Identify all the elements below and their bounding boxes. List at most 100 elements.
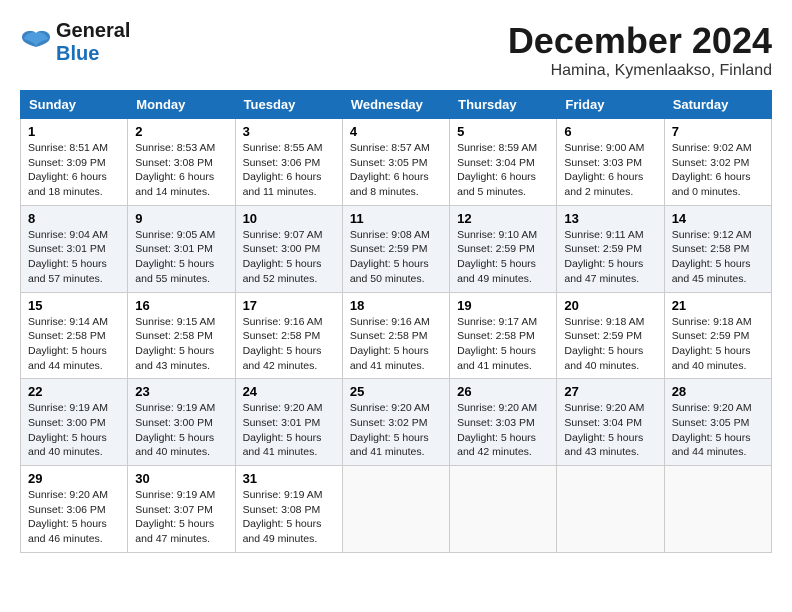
day-number: 9 xyxy=(135,211,227,226)
day-info: Sunrise: 8:57 AMSunset: 3:05 PMDaylight:… xyxy=(350,142,430,198)
day-info: Sunrise: 9:19 AMSunset: 3:00 PMDaylight:… xyxy=(135,402,215,458)
day-info: Sunrise: 9:20 AMSunset: 3:05 PMDaylight:… xyxy=(672,402,752,458)
day-number: 28 xyxy=(672,384,764,399)
day-info: Sunrise: 9:02 AMSunset: 3:02 PMDaylight:… xyxy=(672,142,752,198)
month-title: December 2024 xyxy=(508,20,772,62)
calendar-week-row: 8 Sunrise: 9:04 AMSunset: 3:01 PMDayligh… xyxy=(21,205,772,292)
day-info: Sunrise: 9:16 AMSunset: 2:58 PMDaylight:… xyxy=(350,316,430,372)
logo-general-text: General xyxy=(56,20,130,42)
calendar-cell: 13 Sunrise: 9:11 AMSunset: 2:59 PMDaylig… xyxy=(557,205,664,292)
day-number: 6 xyxy=(564,124,656,139)
calendar-header-row: Sunday Monday Tuesday Wednesday Thursday… xyxy=(21,91,772,119)
calendar-cell: 14 Sunrise: 9:12 AMSunset: 2:58 PMDaylig… xyxy=(664,205,771,292)
calendar-cell: 11 Sunrise: 9:08 AMSunset: 2:59 PMDaylig… xyxy=(342,205,449,292)
calendar-cell: 6 Sunrise: 9:00 AMSunset: 3:03 PMDayligh… xyxy=(557,119,664,206)
day-info: Sunrise: 9:04 AMSunset: 3:01 PMDaylight:… xyxy=(28,229,108,285)
day-info: Sunrise: 9:20 AMSunset: 3:04 PMDaylight:… xyxy=(564,402,644,458)
calendar-cell: 10 Sunrise: 9:07 AMSunset: 3:00 PMDaylig… xyxy=(235,205,342,292)
col-tuesday: Tuesday xyxy=(235,91,342,119)
day-info: Sunrise: 9:14 AMSunset: 2:58 PMDaylight:… xyxy=(28,316,108,372)
col-thursday: Thursday xyxy=(450,91,557,119)
day-number: 7 xyxy=(672,124,764,139)
day-number: 26 xyxy=(457,384,549,399)
day-number: 21 xyxy=(672,298,764,313)
day-info: Sunrise: 9:00 AMSunset: 3:03 PMDaylight:… xyxy=(564,142,644,198)
calendar-cell: 23 Sunrise: 9:19 AMSunset: 3:00 PMDaylig… xyxy=(128,379,235,466)
day-number: 14 xyxy=(672,211,764,226)
day-number: 3 xyxy=(243,124,335,139)
day-info: Sunrise: 9:20 AMSunset: 3:02 PMDaylight:… xyxy=(350,402,430,458)
day-number: 5 xyxy=(457,124,549,139)
day-number: 19 xyxy=(457,298,549,313)
logo-bird-icon xyxy=(20,29,52,57)
calendar-cell: 28 Sunrise: 9:20 AMSunset: 3:05 PMDaylig… xyxy=(664,379,771,466)
col-saturday: Saturday xyxy=(664,91,771,119)
calendar-cell: 18 Sunrise: 9:16 AMSunset: 2:58 PMDaylig… xyxy=(342,292,449,379)
day-number: 16 xyxy=(135,298,227,313)
calendar-cell: 25 Sunrise: 9:20 AMSunset: 3:02 PMDaylig… xyxy=(342,379,449,466)
calendar-cell: 24 Sunrise: 9:20 AMSunset: 3:01 PMDaylig… xyxy=(235,379,342,466)
day-info: Sunrise: 9:11 AMSunset: 2:59 PMDaylight:… xyxy=(564,229,643,285)
day-number: 2 xyxy=(135,124,227,139)
day-number: 30 xyxy=(135,471,227,486)
col-monday: Monday xyxy=(128,91,235,119)
calendar-week-row: 22 Sunrise: 9:19 AMSunset: 3:00 PMDaylig… xyxy=(21,379,772,466)
day-number: 25 xyxy=(350,384,442,399)
day-number: 23 xyxy=(135,384,227,399)
day-number: 1 xyxy=(28,124,120,139)
calendar-cell: 26 Sunrise: 9:20 AMSunset: 3:03 PMDaylig… xyxy=(450,379,557,466)
day-number: 24 xyxy=(243,384,335,399)
day-number: 27 xyxy=(564,384,656,399)
day-info: Sunrise: 9:20 AMSunset: 3:06 PMDaylight:… xyxy=(28,489,108,545)
day-info: Sunrise: 9:18 AMSunset: 2:59 PMDaylight:… xyxy=(672,316,752,372)
day-info: Sunrise: 9:20 AMSunset: 3:03 PMDaylight:… xyxy=(457,402,537,458)
calendar-table: Sunday Monday Tuesday Wednesday Thursday… xyxy=(20,90,772,553)
location-title: Hamina, Kymenlaakso, Finland xyxy=(508,62,772,80)
calendar-cell: 9 Sunrise: 9:05 AMSunset: 3:01 PMDayligh… xyxy=(128,205,235,292)
day-number: 8 xyxy=(28,211,120,226)
day-number: 29 xyxy=(28,471,120,486)
day-number: 10 xyxy=(243,211,335,226)
day-info: Sunrise: 9:05 AMSunset: 3:01 PMDaylight:… xyxy=(135,229,215,285)
calendar-cell: 3 Sunrise: 8:55 AMSunset: 3:06 PMDayligh… xyxy=(235,119,342,206)
day-info: Sunrise: 8:55 AMSunset: 3:06 PMDaylight:… xyxy=(243,142,323,198)
title-area: December 2024 Hamina, Kymenlaakso, Finla… xyxy=(508,20,772,80)
calendar-cell: 29 Sunrise: 9:20 AMSunset: 3:06 PMDaylig… xyxy=(21,466,128,553)
calendar-week-row: 1 Sunrise: 8:51 AMSunset: 3:09 PMDayligh… xyxy=(21,119,772,206)
logo: General Blue xyxy=(20,20,130,66)
calendar-cell: 22 Sunrise: 9:19 AMSunset: 3:00 PMDaylig… xyxy=(21,379,128,466)
day-info: Sunrise: 9:08 AMSunset: 2:59 PMDaylight:… xyxy=(350,229,430,285)
calendar-cell: 19 Sunrise: 9:17 AMSunset: 2:58 PMDaylig… xyxy=(450,292,557,379)
calendar-week-row: 29 Sunrise: 9:20 AMSunset: 3:06 PMDaylig… xyxy=(21,466,772,553)
header: General Blue December 2024 Hamina, Kymen… xyxy=(20,20,772,80)
day-info: Sunrise: 9:19 AMSunset: 3:07 PMDaylight:… xyxy=(135,489,215,545)
day-info: Sunrise: 9:16 AMSunset: 2:58 PMDaylight:… xyxy=(243,316,323,372)
calendar-cell: 8 Sunrise: 9:04 AMSunset: 3:01 PMDayligh… xyxy=(21,205,128,292)
col-friday: Friday xyxy=(557,91,664,119)
day-info: Sunrise: 8:51 AMSunset: 3:09 PMDaylight:… xyxy=(28,142,108,198)
calendar-cell: 7 Sunrise: 9:02 AMSunset: 3:02 PMDayligh… xyxy=(664,119,771,206)
day-number: 20 xyxy=(564,298,656,313)
calendar-cell: 12 Sunrise: 9:10 AMSunset: 2:59 PMDaylig… xyxy=(450,205,557,292)
calendar-cell: 31 Sunrise: 9:19 AMSunset: 3:08 PMDaylig… xyxy=(235,466,342,553)
day-number: 15 xyxy=(28,298,120,313)
day-number: 31 xyxy=(243,471,335,486)
calendar-cell xyxy=(557,466,664,553)
day-info: Sunrise: 9:19 AMSunset: 3:00 PMDaylight:… xyxy=(28,402,108,458)
calendar-cell: 15 Sunrise: 9:14 AMSunset: 2:58 PMDaylig… xyxy=(21,292,128,379)
day-number: 13 xyxy=(564,211,656,226)
day-info: Sunrise: 9:15 AMSunset: 2:58 PMDaylight:… xyxy=(135,316,215,372)
calendar-cell: 30 Sunrise: 9:19 AMSunset: 3:07 PMDaylig… xyxy=(128,466,235,553)
day-info: Sunrise: 9:07 AMSunset: 3:00 PMDaylight:… xyxy=(243,229,323,285)
day-info: Sunrise: 9:12 AMSunset: 2:58 PMDaylight:… xyxy=(672,229,752,285)
day-number: 11 xyxy=(350,211,442,226)
calendar-cell: 16 Sunrise: 9:15 AMSunset: 2:58 PMDaylig… xyxy=(128,292,235,379)
calendar-cell: 4 Sunrise: 8:57 AMSunset: 3:05 PMDayligh… xyxy=(342,119,449,206)
day-info: Sunrise: 9:20 AMSunset: 3:01 PMDaylight:… xyxy=(243,402,323,458)
day-number: 4 xyxy=(350,124,442,139)
calendar-cell: 17 Sunrise: 9:16 AMSunset: 2:58 PMDaylig… xyxy=(235,292,342,379)
calendar-cell xyxy=(450,466,557,553)
col-sunday: Sunday xyxy=(21,91,128,119)
calendar-cell: 5 Sunrise: 8:59 AMSunset: 3:04 PMDayligh… xyxy=(450,119,557,206)
day-info: Sunrise: 8:53 AMSunset: 3:08 PMDaylight:… xyxy=(135,142,215,198)
